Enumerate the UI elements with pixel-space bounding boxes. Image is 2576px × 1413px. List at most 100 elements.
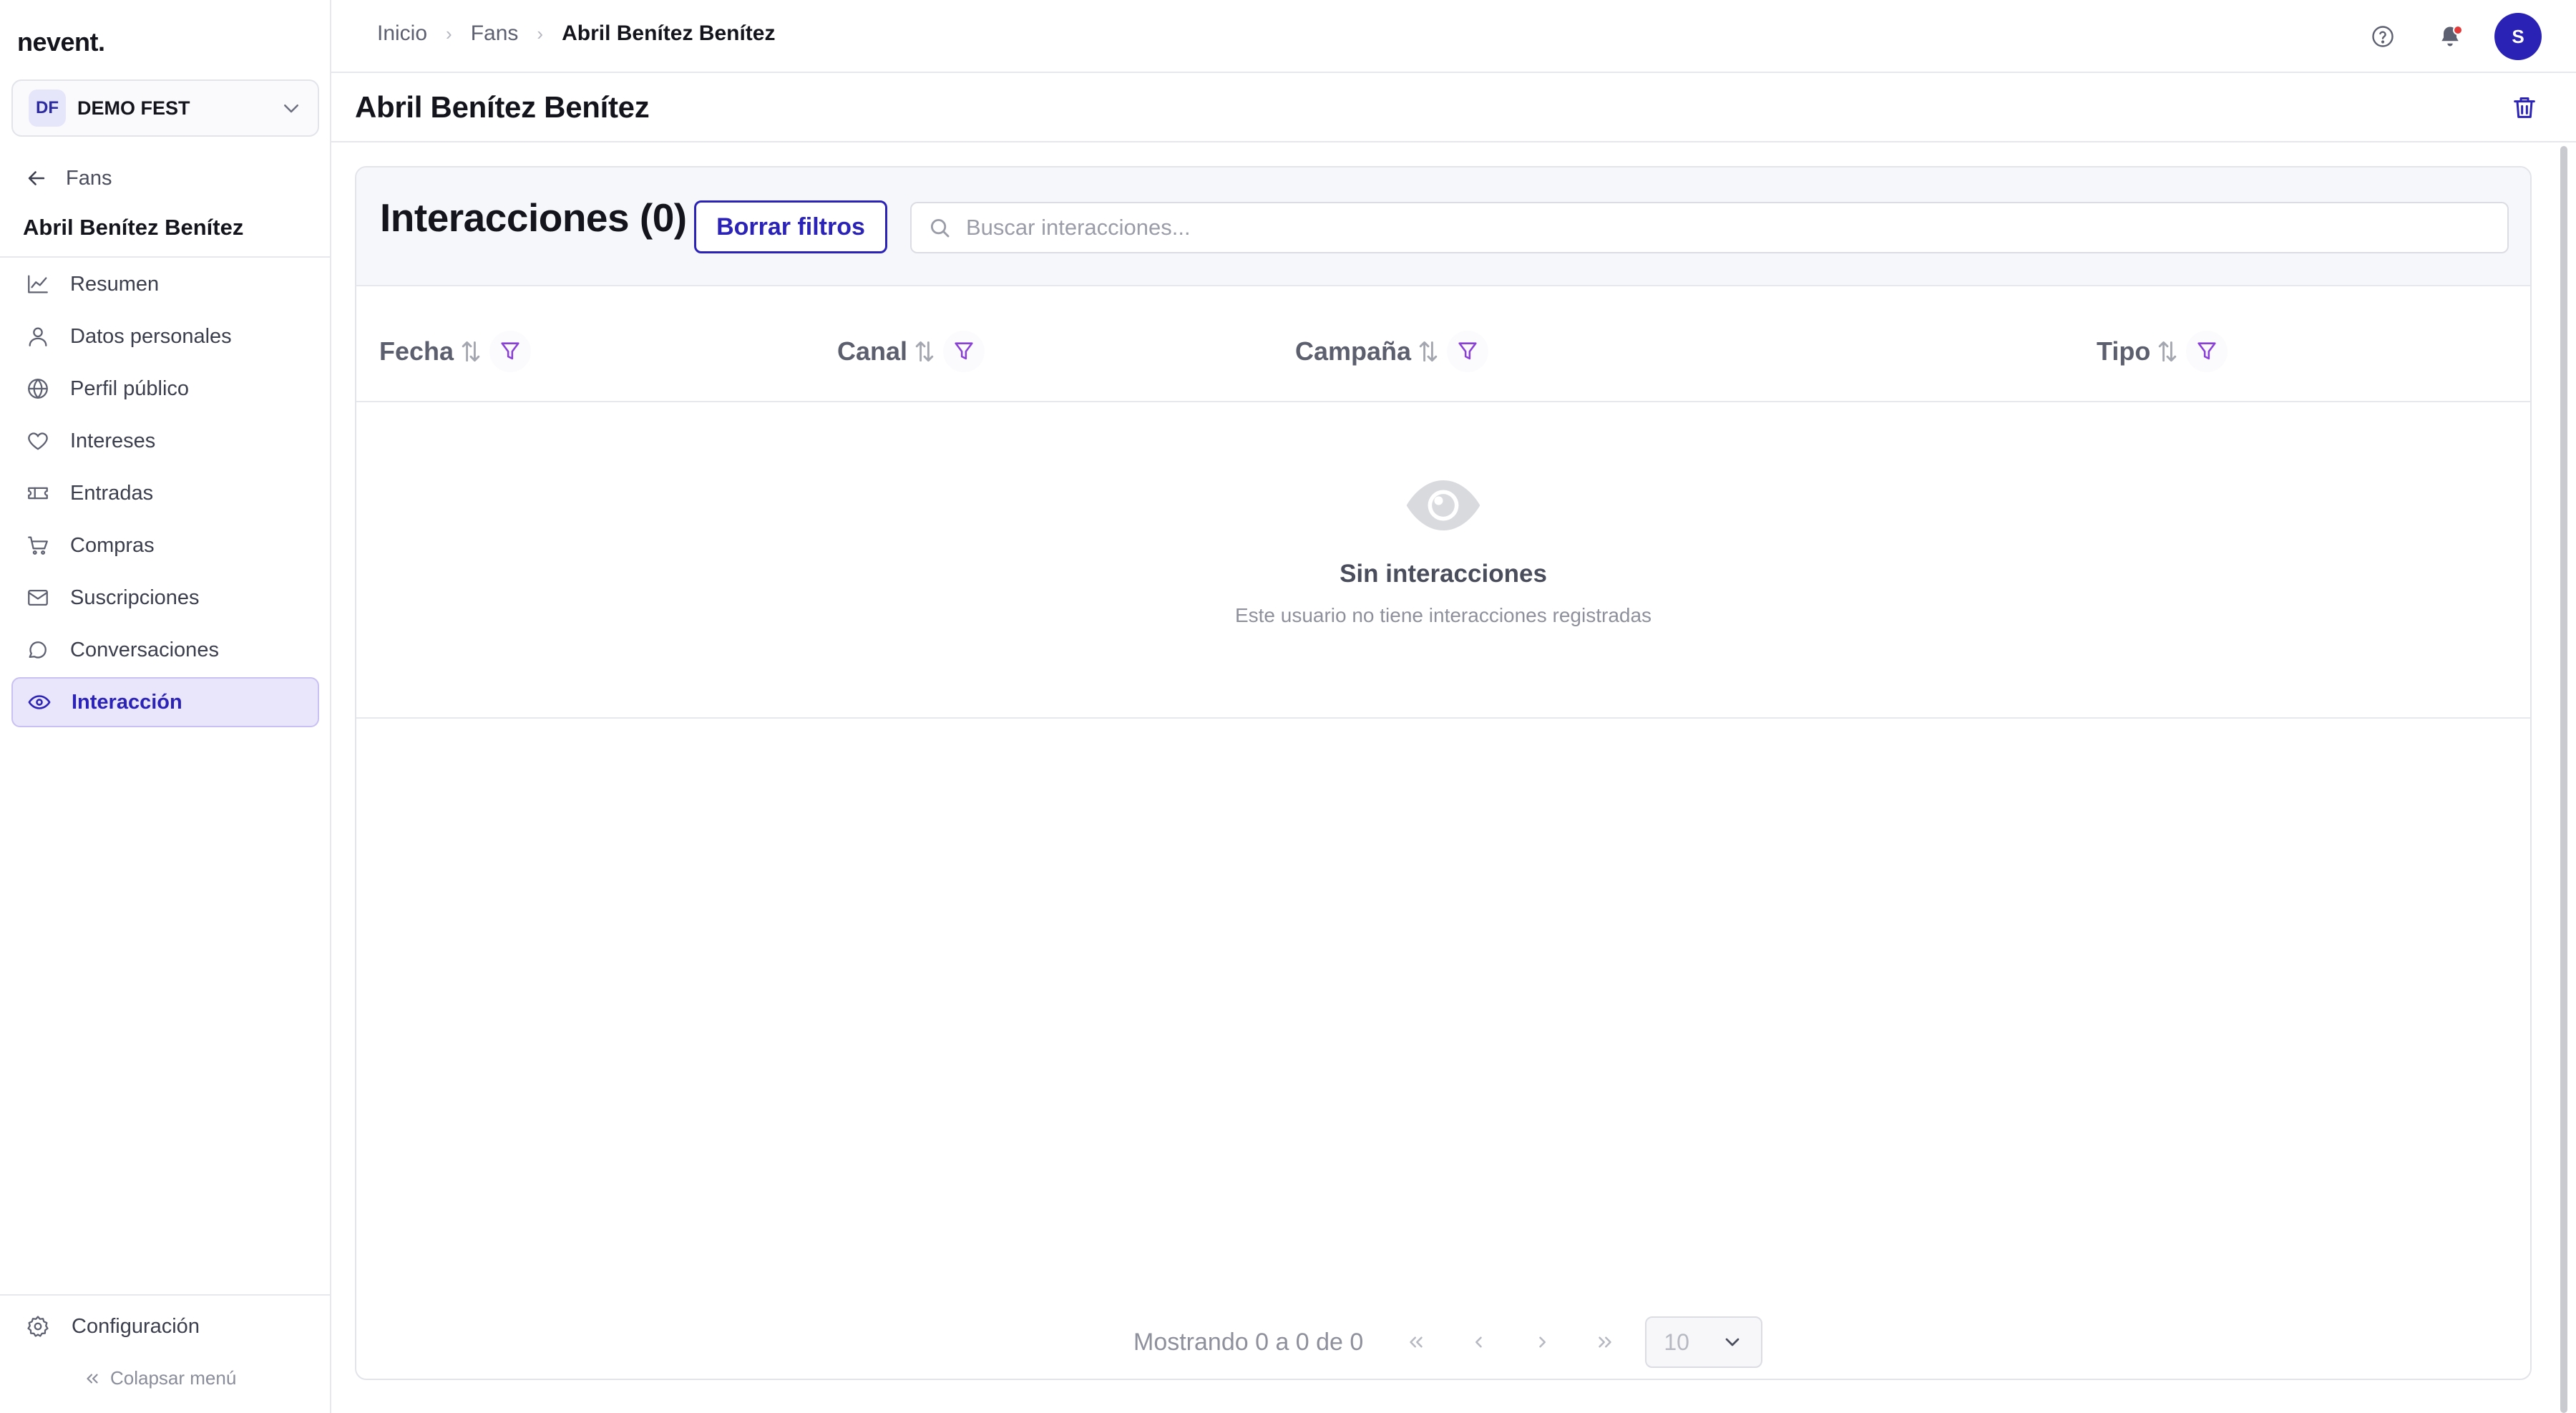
filter-icon (501, 342, 519, 360)
rows-per-page-select[interactable]: 10 (1645, 1316, 1763, 1368)
globe-icon (28, 379, 48, 399)
filter-button[interactable] (2186, 331, 2228, 372)
sidebar-item-label: Datos personales (70, 324, 232, 348)
sidebar-item-intereses[interactable]: Intereses (11, 416, 319, 466)
empty-state: Sin interacciones Este usuario no tiene … (356, 404, 2530, 719)
chart-line-icon (28, 275, 48, 293)
chat-icon (29, 641, 47, 659)
trash-icon (2514, 97, 2535, 118)
back-link-label: Fans (66, 166, 112, 190)
org-badge: DF (29, 89, 66, 127)
divider (0, 1294, 330, 1296)
avatar[interactable]: S (2494, 13, 2542, 60)
table-header: Fecha Canal Campaña Tipo (356, 286, 2530, 402)
empty-state-title: Sin interacciones (1340, 560, 1547, 588)
column-label: Tipo (2097, 336, 2151, 366)
breadcrumb-current: Abril Benítez Benítez (562, 21, 776, 45)
sidebar-item-suscripciones[interactable]: Suscripciones (11, 573, 319, 623)
sort-icon[interactable] (459, 339, 482, 364)
help-button[interactable] (2367, 21, 2399, 52)
notification-badge (2453, 25, 2463, 35)
collapse-menu-button[interactable]: Colapsar menú (83, 1367, 236, 1389)
app-logo[interactable]: nevent. (17, 27, 105, 57)
org-name: DEMO FEST (77, 97, 190, 119)
next-page-button[interactable] (1519, 1319, 1565, 1365)
sidebar-item-interaccion[interactable]: Interacción (11, 677, 319, 727)
column-label: Campaña (1295, 336, 1412, 366)
eye-icon (1406, 480, 1480, 530)
first-page-button[interactable] (1393, 1319, 1439, 1365)
column-header-canal[interactable]: Canal (837, 331, 985, 372)
ticket-icon (28, 487, 48, 500)
sidebar-item-datos-personales[interactable]: Datos personales (11, 311, 319, 361)
sidebar: nevent. DF DEMO FEST Fans Abril Benítez … (0, 0, 331, 1413)
sidebar-item-label: Perfil público (70, 377, 190, 400)
top-bar: Inicio › Fans › Abril Benítez Benítez S (331, 0, 2576, 73)
rows-per-page-value: 10 (1664, 1329, 1689, 1355)
sidebar-item-label: Resumen (70, 272, 160, 296)
breadcrumb: Inicio › Fans › Abril Benítez Benítez (377, 21, 775, 46)
sidebar-item-configuracion[interactable]: Configuración (26, 1314, 200, 1339)
chevrons-left-icon (1410, 1336, 1423, 1348)
clear-filters-button[interactable]: Borrar filtros (694, 200, 887, 253)
sort-icon[interactable] (2156, 339, 2179, 364)
breadcrumb-fans[interactable]: Fans (471, 21, 519, 46)
previous-page-button[interactable] (1456, 1319, 1502, 1365)
filter-button[interactable] (943, 331, 985, 372)
column-label: Fecha (379, 336, 454, 366)
user-icon (29, 327, 47, 346)
last-page-button[interactable] (1582, 1319, 1628, 1365)
sort-icon[interactable] (1417, 339, 1440, 364)
search-icon (930, 218, 950, 238)
fan-name: Abril Benítez Benítez (23, 215, 244, 240)
help-circle-icon (2372, 26, 2394, 47)
sidebar-item-label: Compras (70, 533, 155, 557)
filter-icon (2197, 342, 2216, 360)
breadcrumb-inicio[interactable]: Inicio (377, 21, 427, 46)
sidebar-item-resumen[interactable]: Resumen (11, 259, 319, 309)
interactions-title: Interacciones (0) (380, 195, 687, 240)
gear-icon (27, 1316, 49, 1337)
chevron-left-icon (1475, 1336, 1483, 1348)
page-title: Abril Benítez Benítez (355, 90, 650, 124)
cart-icon (28, 536, 48, 555)
sidebar-item-label: Intereses (70, 429, 156, 452)
sidebar-item-perfil-publico[interactable]: Perfil público (11, 364, 319, 414)
config-label: Configuración (72, 1314, 200, 1338)
back-to-fans-link[interactable]: Fans (24, 162, 112, 195)
column-header-fecha[interactable]: Fecha (379, 331, 532, 372)
sidebar-item-label: Entradas (70, 481, 154, 505)
empty-state-subtitle: Este usuario no tiene interacciones regi… (1234, 604, 1652, 626)
pagination: Mostrando 0 a 0 de 0 10 (1133, 1316, 1763, 1369)
sidebar-item-conversaciones[interactable]: Conversaciones (11, 625, 319, 675)
pagination-info: Mostrando 0 a 0 de 0 (1133, 1328, 1364, 1356)
chevron-down-icon (1725, 1338, 1740, 1346)
column-header-campana[interactable]: Campaña (1295, 331, 1489, 372)
collapse-menu-label: Colapsar menú (110, 1367, 237, 1389)
sidebar-nav: Resumen Datos personales Perfil público … (11, 259, 319, 729)
search-box (910, 202, 2509, 253)
filter-icon (955, 342, 973, 360)
breadcrumb-separator-icon: › (537, 22, 544, 44)
eye-icon (28, 695, 51, 709)
search-input[interactable] (966, 215, 2469, 241)
filter-button[interactable] (1447, 331, 1489, 372)
interactions-card: Interacciones (0) Borrar filtros Fecha C… (355, 166, 2532, 1380)
arrow-left-icon (28, 171, 45, 185)
column-header-tipo[interactable]: Tipo (2097, 331, 2228, 372)
chevrons-right-icon (1599, 1336, 1612, 1348)
sidebar-item-label: Conversaciones (70, 638, 219, 661)
delete-fan-button[interactable] (2510, 93, 2539, 122)
notifications-button[interactable] (2434, 21, 2466, 52)
sidebar-item-compras[interactable]: Compras (11, 520, 319, 570)
sidebar-item-entradas[interactable]: Entradas (11, 468, 319, 518)
scrollbar-thumb[interactable] (2560, 146, 2567, 1413)
sort-icon[interactable] (913, 339, 936, 364)
sidebar-item-label: Suscripciones (70, 586, 200, 609)
chevrons-left-icon (87, 1374, 98, 1383)
filter-bar: Interacciones (0) Borrar filtros (356, 167, 2530, 286)
filter-button[interactable] (489, 331, 532, 372)
org-selector[interactable]: DF DEMO FEST (11, 79, 319, 137)
page-scrollbar[interactable] (2557, 146, 2570, 1413)
top-actions: S (2331, 13, 2542, 60)
